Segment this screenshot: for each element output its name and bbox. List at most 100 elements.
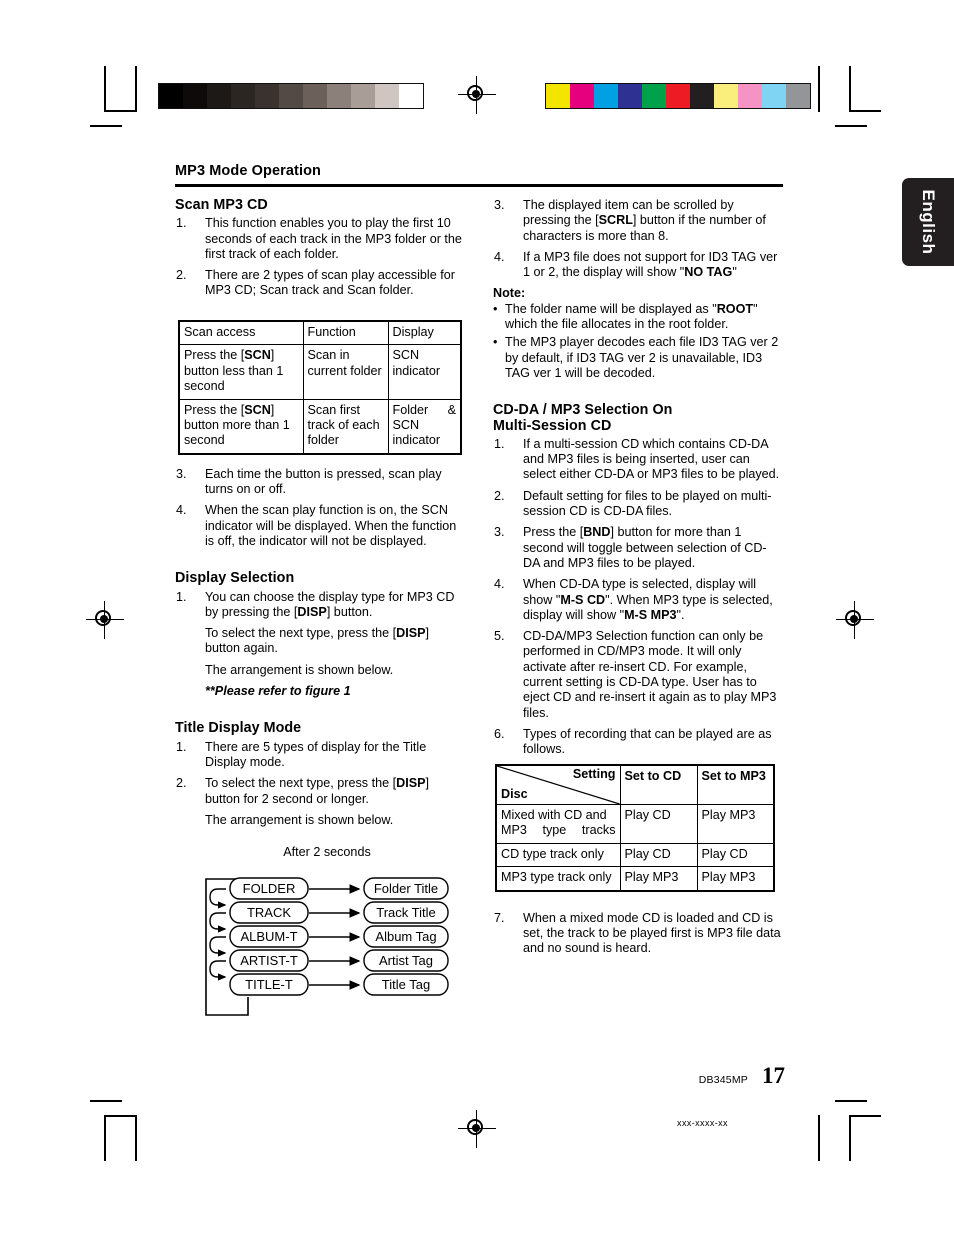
- note-list: The folder name will be displayed as "RO…: [493, 302, 783, 381]
- color-calibration-strip: [545, 83, 811, 109]
- crop-mark-bottom-right-bleed: [835, 1100, 867, 1102]
- table-row: Press the [SCN] button more than 1 secon…: [178, 398, 462, 455]
- color-swatch-5: [666, 84, 690, 108]
- list-text-part-c: ] button.: [326, 604, 373, 619]
- color-swatch-7: [714, 84, 738, 108]
- grayscale-calibration-strip: [158, 83, 424, 109]
- cell-display: Folder & SCN indicator: [387, 398, 462, 455]
- cell-disc-type: MP3 type track only: [495, 866, 621, 892]
- flow-node-right-label: Folder Title: [374, 881, 438, 896]
- cell-set-to-cd: Play CD: [619, 804, 698, 844]
- cell-display-line1: Folder &: [392, 402, 457, 417]
- gray-swatch-2: [207, 84, 231, 108]
- list-number: 3.: [494, 525, 505, 540]
- cell-function: Scan in current folder: [302, 344, 389, 400]
- paragraph-part-a: To select the next type, press the [: [205, 626, 397, 641]
- flow-node-right-3: Artist Tag: [363, 949, 449, 972]
- cell-disc-type: Mixed with CD and MP3 type tracks: [495, 804, 621, 844]
- gray-swatch-9: [375, 84, 399, 108]
- disc-setting-table: Setting Disc Set to CD Set to MP3 Mixed …: [495, 764, 775, 892]
- registration-target-top: [458, 76, 496, 114]
- gray-swatch-6: [303, 84, 327, 108]
- page-header: MP3 Mode Operation: [175, 163, 783, 187]
- list-text: There are 2 types of scan play accessibl…: [205, 268, 455, 298]
- column-header-display: Display: [387, 320, 462, 346]
- list-item: 7. When a mixed mode CD is loaded and CD…: [493, 911, 783, 957]
- list-item: 4. When the scan play function is on, th…: [175, 503, 465, 549]
- crop-mark-bottom-left-bleed: [90, 1100, 122, 1102]
- list-number: 3.: [176, 466, 187, 481]
- section-heading-cdda-mp3-selection-line2: Multi-Session CD: [493, 417, 612, 434]
- gray-swatch-0: [159, 84, 183, 108]
- note-text: The MP3 player decodes each file ID3 TAG…: [505, 335, 779, 380]
- gray-swatch-8: [351, 84, 375, 108]
- list-item: 2. To select the next type, press the [D…: [175, 776, 465, 807]
- title-display-paragraph-2: The arrangement is shown below.: [205, 812, 394, 827]
- list-text: There are 5 types of display for the Tit…: [205, 739, 427, 769]
- button-name-disp: DISP: [396, 626, 426, 641]
- display-value-root: ROOT: [716, 301, 754, 316]
- list-number: 2.: [176, 268, 187, 283]
- flow-node-left-label: FOLDER: [243, 881, 296, 896]
- section-heading-cdda-mp3-selection-line1: CD-DA / MP3 Selection On: [493, 402, 673, 419]
- gray-swatch-10: [399, 84, 423, 108]
- list-number: 1.: [494, 436, 505, 451]
- list-text-part-c: ": [732, 265, 737, 280]
- scan-section-list: 1. This function enables you to play the…: [175, 216, 465, 298]
- header-rule: [175, 184, 783, 187]
- cell-set-to-mp3: Play MP3: [696, 804, 775, 844]
- cell-set-to-mp3: Play CD: [696, 842, 775, 868]
- color-swatch-1: [570, 84, 594, 108]
- scan-access-table: Scan access Function Display Press the […: [178, 320, 462, 455]
- column-header-function: Function: [302, 320, 389, 346]
- gray-swatch-4: [255, 84, 279, 108]
- crop-mark-top-left-inner-rule: [135, 66, 137, 112]
- page-number: 17: [762, 1063, 785, 1088]
- flow-node-left-label: TITLE-T: [245, 977, 293, 992]
- registration-target-bottom: [458, 1110, 496, 1148]
- list-item: 3. Each time the button is pressed, scan…: [175, 467, 465, 498]
- crop-mark-top-right-inner-rule: [818, 66, 820, 112]
- note-label: Note:: [493, 286, 526, 301]
- button-name-bnd: BND: [583, 525, 611, 540]
- display-selection-paragraph-2: To select the next type, press the [DISP…: [175, 626, 465, 657]
- model-number: DB345MP: [698, 1074, 748, 1086]
- column-header-set-to-mp3: Set to MP3: [696, 764, 775, 805]
- color-swatch-9: [762, 84, 786, 108]
- gray-swatch-5: [279, 84, 303, 108]
- cell-part-a: Press the [: [184, 348, 245, 363]
- flow-node-right-2: Album Tag: [363, 925, 449, 948]
- crop-mark-top-right-horizontal: [849, 110, 881, 112]
- registration-target-left: [86, 601, 124, 639]
- flow-node-right-label: Artist Tag: [379, 953, 433, 968]
- button-name-disp: DISP: [297, 604, 327, 619]
- list-text-part-a: To select the next type, press the [: [205, 776, 397, 791]
- crop-mark-top-left-horizontal: [104, 110, 136, 112]
- display-selection-continued-list: 3. The displayed item can be scrolled by…: [493, 198, 783, 280]
- list-text-part-a: Press the [: [523, 525, 584, 540]
- button-name-scrl: SCRL: [598, 213, 633, 228]
- color-swatch-0: [546, 84, 570, 108]
- crop-mark-bottom-right-vertical: [849, 1115, 851, 1161]
- corner-header-disc-label: Disc: [501, 786, 528, 801]
- flow-node-left-4: TITLE-T: [229, 973, 309, 996]
- crop-mark-bottom-right-horizontal: [849, 1115, 881, 1117]
- list-number: 7.: [494, 910, 505, 925]
- list-item: 2. There are 2 types of scan play access…: [175, 268, 465, 299]
- display-value-ms-cd: M-S CD: [560, 592, 606, 607]
- list-number: 4.: [494, 249, 505, 264]
- list-item: 6. Types of recording that can be played…: [493, 727, 783, 758]
- column-header-scan-access: Scan access: [178, 320, 304, 346]
- list-text: This function enables you to play the fi…: [205, 216, 462, 261]
- flow-node-right-4: Title Tag: [363, 973, 449, 996]
- table-row: Mixed with CD and MP3 type tracks Play C…: [495, 804, 775, 844]
- flow-node-left-label: TRACK: [247, 905, 291, 920]
- corner-header-setting-label: Setting: [572, 767, 616, 781]
- list-item: 4. When CD-DA type is selected, display …: [493, 577, 783, 623]
- cell-scan-access: Press the [SCN] button less than 1 secon…: [178, 344, 304, 400]
- display-selection-list: 1. You can choose the display type for M…: [175, 590, 465, 621]
- list-item: 4. If a MP3 file does not support for ID…: [493, 250, 783, 281]
- registration-target-right: [836, 601, 874, 639]
- list-text-part-e: ".: [676, 607, 685, 622]
- gray-swatch-3: [231, 84, 255, 108]
